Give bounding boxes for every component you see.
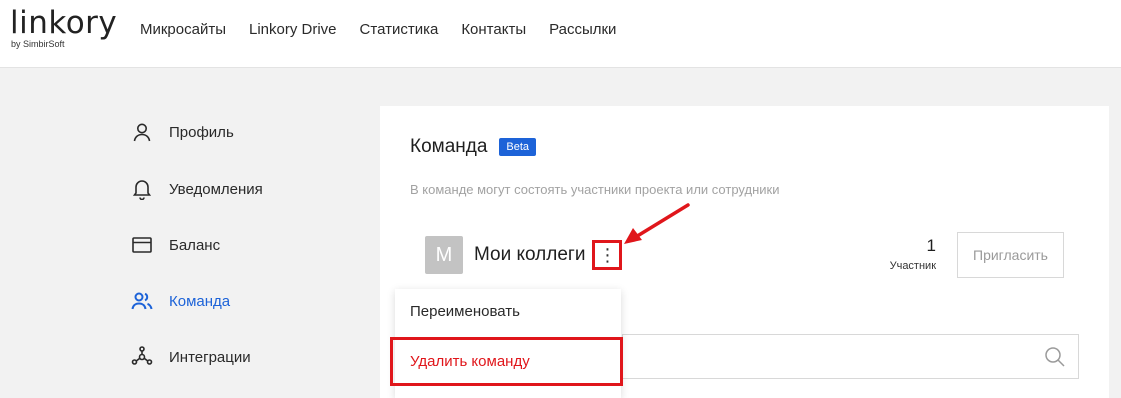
sidebar-item-label: Баланс: [169, 236, 221, 254]
team-options-menu: Переименовать Удалить команду: [390, 289, 623, 398]
page-title: Команда: [410, 136, 488, 157]
search-input[interactable]: [622, 334, 1079, 379]
sidebar-item-label: Команда: [169, 292, 231, 310]
sidebar-item-notifications[interactable]: Уведомления: [130, 177, 263, 201]
sidebar-item-label: Интеграции: [169, 348, 251, 366]
more-options-button[interactable]: ⋮: [592, 240, 623, 270]
card-icon: [130, 233, 154, 257]
logo[interactable]: linkory by SimbirSoft: [10, 5, 118, 50]
top-header: linkory by SimbirSoft Микросайты Linkory…: [0, 0, 1121, 68]
nav-contacts[interactable]: Контакты: [461, 21, 526, 38]
sidebar-item-label: Уведомления: [169, 180, 263, 198]
main-nav: Микросайты Linkory Drive Статистика Конт…: [140, 21, 616, 38]
team-description: В команде могут состоять участники проек…: [410, 182, 780, 197]
nav-mailings[interactable]: Рассылки: [549, 21, 616, 38]
sidebar-item-profile[interactable]: Профиль: [130, 120, 234, 144]
sidebar-item-integrations[interactable]: Интеграции: [130, 345, 251, 369]
sidebar-item-balance[interactable]: Баланс: [130, 233, 220, 257]
menu-item-delete-team[interactable]: Удалить команду: [410, 353, 530, 370]
search-icon: [1044, 346, 1066, 373]
sidebar-item-team[interactable]: Команда: [130, 289, 230, 313]
nav-statistics[interactable]: Статистика: [360, 21, 439, 38]
invite-button[interactable]: Пригласить: [957, 232, 1064, 278]
sidebar-item-label: Профиль: [169, 123, 234, 141]
nav-microsites[interactable]: Микросайты: [140, 21, 226, 38]
team-name: Мои коллеги: [474, 244, 586, 265]
integrations-icon: [130, 345, 154, 369]
beta-badge: Beta: [499, 138, 537, 156]
member-count: 1 Участник: [880, 236, 936, 272]
bell-icon: [130, 177, 154, 201]
member-count-label: Участник: [889, 260, 936, 272]
title-row: Команда Beta: [410, 136, 537, 158]
team-icon: [130, 289, 154, 313]
menu-item-rename[interactable]: Переименовать: [410, 303, 520, 320]
logo-text: linkory: [10, 5, 118, 41]
more-vertical-icon: ⋮: [598, 245, 617, 265]
annotation-arrow-icon: [624, 203, 690, 244]
member-count-value: 1: [926, 236, 936, 255]
nav-linkory-drive[interactable]: Linkory Drive: [249, 21, 337, 38]
team-row: М Мои коллеги ⋮: [425, 236, 623, 274]
user-icon: [130, 120, 154, 144]
avatar: М: [425, 236, 463, 274]
